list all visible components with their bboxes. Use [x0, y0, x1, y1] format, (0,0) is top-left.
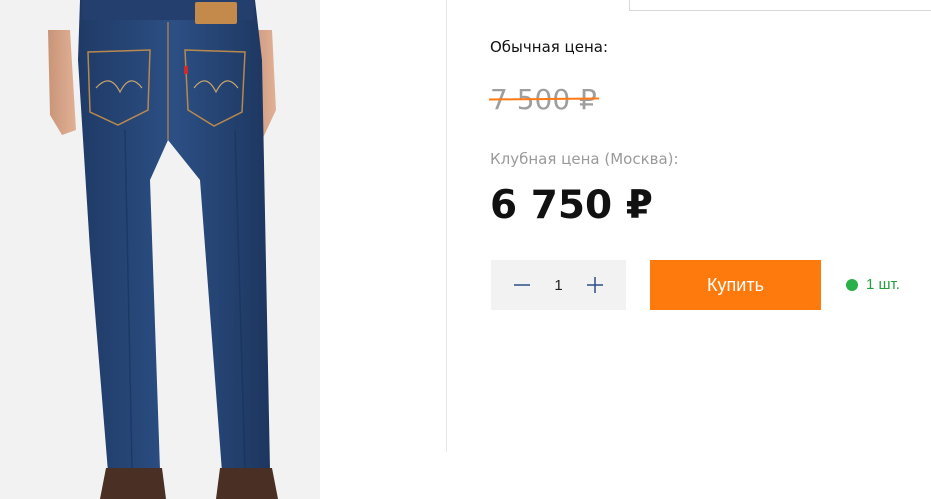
jeans-photo — [0, 0, 320, 499]
quantity-value[interactable]: 1 — [554, 277, 562, 294]
decrease-quantity-button[interactable] — [511, 274, 533, 296]
product-image[interactable] — [0, 0, 320, 499]
stock-indicator: 1 шт. — [846, 276, 900, 293]
minus-icon — [514, 284, 530, 286]
club-price-label: Клубная цена (Москва): — [490, 150, 679, 168]
quantity-stepper: 1 — [491, 260, 626, 310]
product-page: Обычная цена: 7 500 ₽ Клубная цена (Моск… — [0, 0, 931, 499]
old-price: 7 500 ₽ — [488, 83, 599, 117]
club-price: 6 750 ₽ — [490, 183, 653, 228]
buy-button[interactable]: Купить — [650, 260, 821, 310]
regular-price-label: Обычная цена: — [490, 38, 609, 56]
stock-quantity: 1 шт. — [866, 276, 900, 293]
in-stock-dot-icon — [846, 278, 858, 291]
plus-icon — [587, 277, 603, 293]
top-panel-edge — [629, 0, 931, 11]
increase-quantity-button[interactable] — [584, 274, 606, 296]
column-divider — [446, 0, 447, 452]
